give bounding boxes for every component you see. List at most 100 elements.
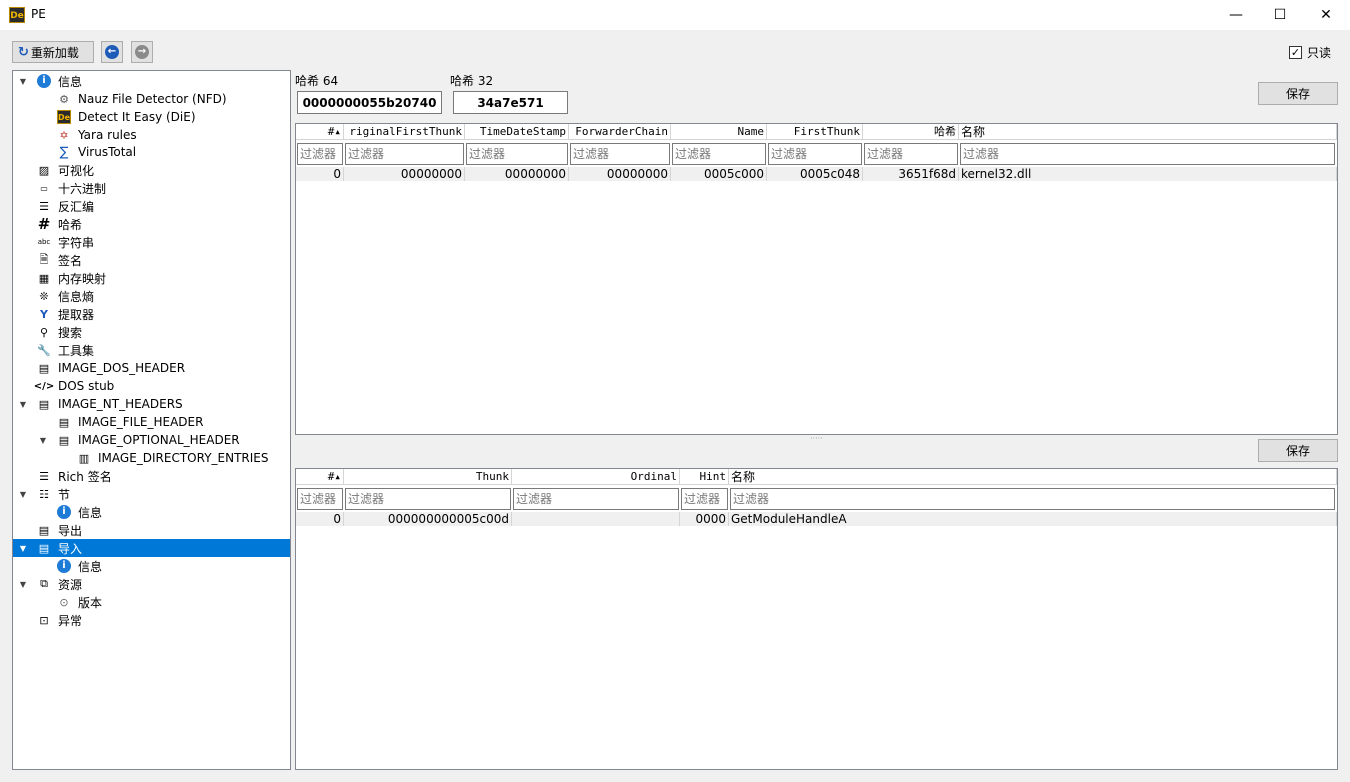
tree-item-import[interactable]: ▼ ▤ 导入	[13, 539, 290, 557]
save-button[interactable]: 保存	[1258, 82, 1338, 105]
column-header[interactable]: ForwarderChain	[569, 124, 671, 140]
filter-input[interactable]: 过滤器	[345, 143, 464, 165]
column-header[interactable]: FirstThunk	[767, 124, 863, 140]
tree-item-disasm[interactable]: ☰ 反汇编	[13, 197, 290, 215]
tree-item-exception[interactable]: ⊡ 异常	[13, 611, 290, 629]
tree-item-label: 提取器	[58, 307, 95, 322]
app-icon: De	[9, 7, 25, 23]
chevron-down-icon[interactable]: ▼	[18, 580, 28, 589]
tree-item-nfd[interactable]: ⚙ Nauz File Detector (NFD)	[13, 90, 290, 108]
column-header[interactable]: TimeDateStamp	[465, 124, 569, 140]
tree-item-memory-map[interactable]: ▦ 内存映射	[13, 269, 290, 287]
exception-icon: ⊡	[39, 613, 49, 627]
readonly-checkbox[interactable]: ✓	[1289, 46, 1302, 59]
tree-item-tools[interactable]: 🔧 工具集	[13, 341, 290, 359]
filter-input[interactable]: 过滤器	[730, 488, 1335, 510]
version-icon: ⊙	[59, 595, 69, 609]
tree-item-sections-info[interactable]: i 信息	[13, 503, 290, 521]
tree-item-extractor[interactable]: Y 提取器	[13, 305, 290, 323]
tree-item-hex[interactable]: ▭ 十六进制	[13, 179, 290, 197]
tree-item-sections[interactable]: ▼ ☷ 节	[13, 485, 290, 503]
chevron-down-icon[interactable]: ▼	[18, 77, 28, 86]
tree-item-dos-header[interactable]: ▤ IMAGE_DOS_HEADER	[13, 359, 290, 377]
chevron-down-icon[interactable]: ▼	[38, 436, 48, 445]
column-header[interactable]: #▴	[296, 124, 344, 140]
tree-item-label: VirusTotal	[78, 145, 137, 159]
column-header[interactable]: Hint	[680, 469, 729, 485]
resources-icon: ⧉	[40, 577, 48, 590]
tree-item-import-info[interactable]: i 信息	[13, 557, 290, 575]
tree-item-label: 字符串	[58, 235, 95, 250]
tree-item-version[interactable]: ⊙ 版本	[13, 593, 290, 611]
tree-item-strings[interactable]: abc 字符串	[13, 233, 290, 251]
tree-item-virustotal[interactable]: ∑ VirusTotal	[13, 143, 290, 161]
filter-input[interactable]: 过滤器	[681, 488, 728, 510]
filter-input[interactable]: 过滤器	[672, 143, 766, 165]
close-button[interactable]: ✕	[1303, 0, 1349, 30]
chevron-down-icon[interactable]: ▼	[18, 400, 28, 409]
filter-input[interactable]: 过滤器	[297, 143, 343, 165]
readonly-toggle[interactable]: ✓ 只读	[1289, 44, 1331, 61]
chevron-down-icon[interactable]: ▼	[18, 490, 28, 499]
tree-item-resources[interactable]: ▼ ⧉ 资源	[13, 575, 290, 593]
tree-item-signature[interactable]: 🗎 签名	[13, 251, 290, 269]
tree-item-label: 资源	[58, 577, 83, 592]
table-header: #▴ Thunk Ordinal Hint 名称	[296, 469, 1337, 485]
tree-item-visualization[interactable]: ▨ 可视化	[13, 161, 290, 179]
tree-item-directory-entries[interactable]: ▥ IMAGE_DIRECTORY_ENTRIES	[13, 449, 290, 467]
column-header[interactable]: Name	[671, 124, 767, 140]
table-cell: kernel32.dll	[959, 167, 1337, 181]
title-bar: De PE — ☐ ✕	[0, 0, 1350, 30]
hash32-field[interactable]: 34a7e571	[453, 91, 568, 114]
tree-item-nt-headers[interactable]: ▼ ▤ IMAGE_NT_HEADERS	[13, 395, 290, 413]
tree-item-entropy[interactable]: ❊ 信息熵	[13, 287, 290, 305]
forward-button[interactable]: →	[131, 41, 153, 63]
table-cell: 0000	[680, 512, 729, 526]
tree-item-export[interactable]: ▤ 导出	[13, 521, 290, 539]
reload-icon: ↻	[18, 44, 29, 60]
tree-item-label: 可视化	[58, 163, 95, 178]
tree-item-yara[interactable]: ✡ Yara rules	[13, 126, 290, 144]
column-header[interactable]: Ordinal	[512, 469, 680, 485]
chevron-down-icon[interactable]: ▼	[18, 544, 28, 553]
filter-input[interactable]: 过滤器	[466, 143, 568, 165]
minimize-button[interactable]: —	[1213, 0, 1259, 30]
tree-item-hash[interactable]: # 哈希	[13, 215, 290, 233]
column-header[interactable]: 名称	[959, 124, 1337, 140]
column-header[interactable]: #▴	[296, 469, 344, 485]
back-button[interactable]: ←	[101, 41, 123, 63]
tree-item-label: 搜索	[58, 325, 83, 340]
maximize-button[interactable]: ☐	[1257, 0, 1303, 30]
reload-button[interactable]: ↻ 重新加载	[12, 41, 94, 63]
table-cell: 0005c048	[767, 167, 863, 181]
table-row[interactable]: 0 000000000005c00d 0000 GetModuleHandleA	[296, 512, 1337, 526]
table-row[interactable]: 0 00000000 00000000 00000000 0005c000 00…	[296, 167, 1337, 181]
filter-input[interactable]: 过滤器	[513, 488, 679, 510]
hash64-field[interactable]: 0000000055b20740	[297, 91, 442, 114]
tree-item-label: 信息熵	[58, 289, 95, 304]
filter-input[interactable]: 过滤器	[960, 143, 1335, 165]
column-header[interactable]: riginalFirstThunk	[344, 124, 465, 140]
tree-item-search[interactable]: ⚲ 搜索	[13, 323, 290, 341]
tree-item-info[interactable]: ▼ i 信息	[13, 72, 290, 90]
filter-input[interactable]: 过滤器	[864, 143, 958, 165]
tree-item-file-header[interactable]: ▤ IMAGE_FILE_HEADER	[13, 413, 290, 431]
filter-input[interactable]: 过滤器	[570, 143, 670, 165]
splitter-handle[interactable]: ·····	[810, 434, 823, 443]
disasm-icon: ☰	[39, 199, 49, 213]
column-header[interactable]: Thunk	[344, 469, 512, 485]
column-header[interactable]: 名称	[729, 469, 1337, 485]
window-title: PE	[31, 7, 46, 21]
filter-input[interactable]: 过滤器	[768, 143, 862, 165]
tree-item-label: 内存映射	[58, 271, 107, 286]
readonly-label: 只读	[1307, 46, 1332, 60]
tree-item-rich-signature[interactable]: ☰ Rich 签名	[13, 467, 290, 485]
filter-input[interactable]: 过滤器	[345, 488, 511, 510]
tree-item-die[interactable]: De Detect It Easy (DiE)	[13, 108, 290, 126]
filter-input[interactable]: 过滤器	[297, 488, 343, 510]
tree-item-optional-header[interactable]: ▼ ▤ IMAGE_OPTIONAL_HEADER	[13, 431, 290, 449]
filter-row: 过滤器 过滤器 过滤器 过滤器 过滤器 过滤器 过滤器 过滤器	[296, 142, 1336, 166]
save-functions-button[interactable]: 保存	[1258, 439, 1338, 462]
tree-item-dos-stub[interactable]: </> DOS stub	[13, 377, 290, 395]
column-header[interactable]: 哈希	[863, 124, 959, 140]
